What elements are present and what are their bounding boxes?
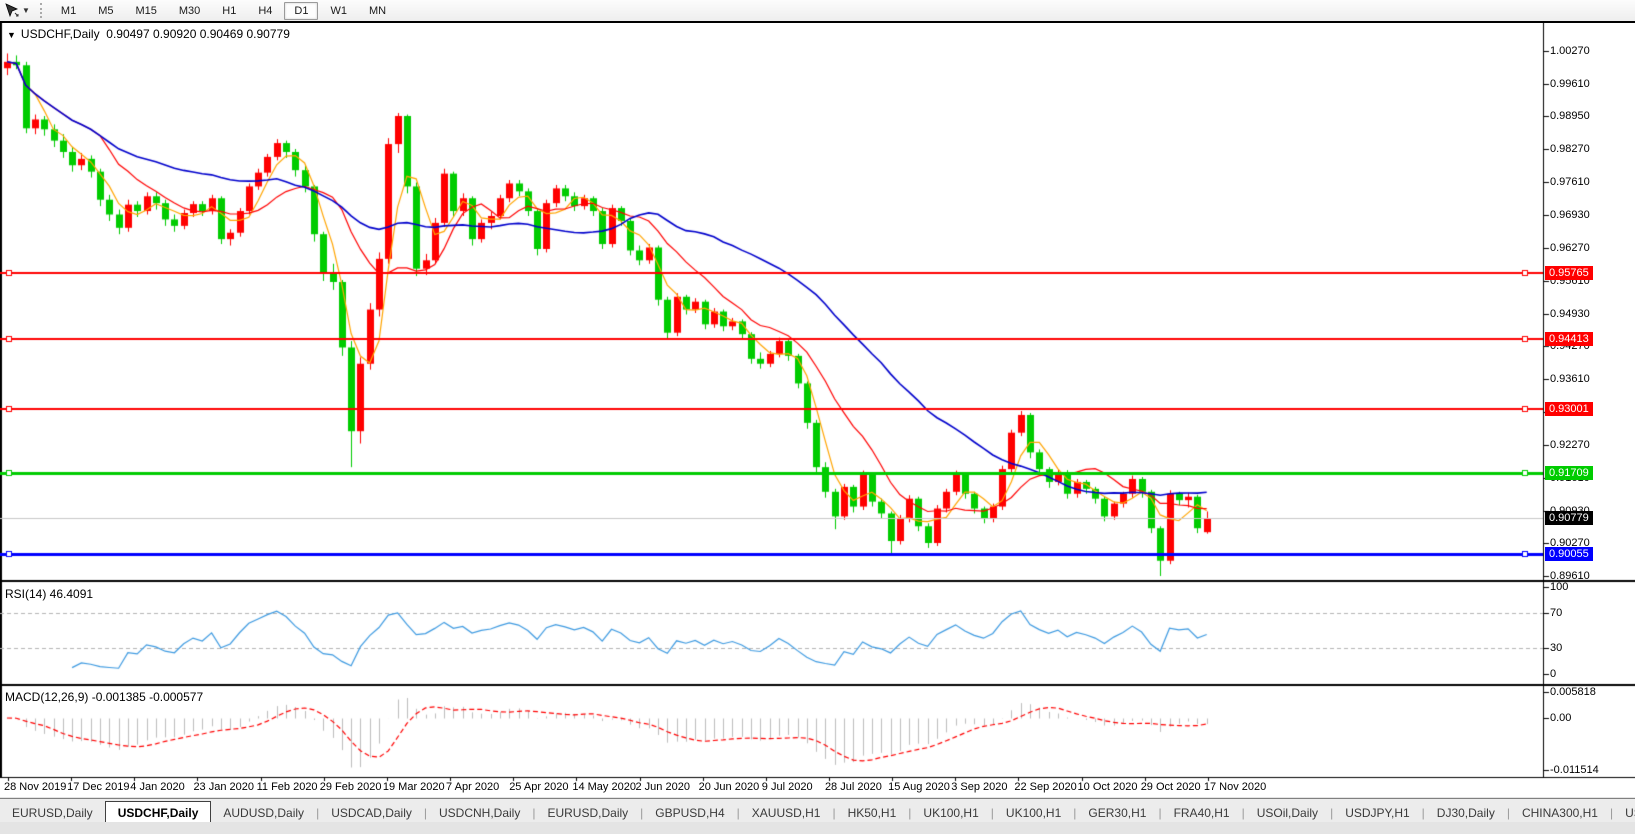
- date-axis-label: 17 Dec 2019: [67, 781, 129, 793]
- timeframe-button-h1[interactable]: H1: [212, 2, 246, 20]
- macd-axis-tick-label: -0.011514: [1550, 764, 1599, 776]
- cursor-tool-icon[interactable]: [4, 3, 20, 18]
- date-axis-label: 7 Apr 2020: [446, 781, 499, 793]
- price-axis-tick-label: 0.98270: [1550, 143, 1590, 155]
- hline-price-label: 0.95765: [1545, 266, 1593, 280]
- date-axis-label: 20 Jun 2020: [699, 781, 760, 793]
- price-axis-tick-label: 0.96270: [1550, 242, 1590, 254]
- date-axis-label: 2 Jun 2020: [636, 781, 690, 793]
- date-axis-label: 28 Jul 2020: [825, 781, 882, 793]
- price-axis-tick-label: 0.94930: [1550, 308, 1590, 320]
- price-axis-tick-label: 0.96930: [1550, 209, 1590, 221]
- date-axis-label: 29 Oct 2020: [1141, 781, 1201, 793]
- price-axis-tick-label: 0.93610: [1550, 373, 1590, 385]
- timeframe-button-h4[interactable]: H4: [248, 2, 282, 20]
- ohlc-close: 0.90779: [246, 27, 289, 41]
- date-axis-label: 22 Sep 2020: [1014, 781, 1076, 793]
- chart-tab-uk100-h1[interactable]: UK100,H1: [911, 802, 990, 823]
- symbol-name: USDCHF,Daily: [21, 27, 100, 41]
- toolbar-grip: [40, 3, 42, 18]
- timeframe-button-m1[interactable]: M1: [51, 2, 86, 20]
- hline-price-label: 0.94413: [1545, 332, 1593, 346]
- date-axis-label: 17 Nov 2020: [1204, 781, 1266, 793]
- date-axis-label: 14 May 2020: [572, 781, 636, 793]
- rsi-axis-tick-label: 30: [1550, 642, 1562, 654]
- top-toolbar: ▼ M1M5M15M30H1H4D1W1MN: [0, 0, 1635, 23]
- price-chart-canvas[interactable]: [0, 23, 1635, 797]
- date-axis-label: 25 Apr 2020: [509, 781, 568, 793]
- timeframe-button-m5[interactable]: M5: [88, 2, 123, 20]
- timeframe-button-group: M1M5M15M30H1H4D1W1MN: [50, 2, 397, 20]
- date-axis-label: 9 Jul 2020: [762, 781, 813, 793]
- price-axis-tick-label: 1.00270: [1550, 45, 1590, 57]
- hline-price-label: 0.90055: [1545, 547, 1593, 561]
- price-axis-tick-label: 0.98950: [1550, 110, 1590, 122]
- date-axis-label: 10 Oct 2020: [1078, 781, 1138, 793]
- chart-tab-hk50-h1[interactable]: HK50,H1: [836, 802, 909, 823]
- chart-tab-ger30-h1[interactable]: GER30,H1: [1076, 802, 1158, 823]
- chart-tab-xauusd-h1[interactable]: XAUUSD,H1: [740, 802, 833, 823]
- chart-tab-usdchf-daily[interactable]: USDCHF,Daily: [105, 801, 212, 823]
- chart-tab-gbpusd-h4[interactable]: GBPUSD,H4: [643, 802, 736, 823]
- hline-price-label: 0.93001: [1545, 402, 1593, 416]
- macd-axis-tick-label: 0.005818: [1550, 686, 1596, 698]
- ohlc-low: 0.90469: [200, 27, 243, 41]
- hline-price-label: 0.91709: [1545, 466, 1593, 480]
- chart-tab-usdcnh-daily[interactable]: USDCNH,Daily: [427, 802, 532, 823]
- timeframe-button-m30[interactable]: M30: [169, 2, 210, 20]
- chart-tab-eurusd-daily[interactable]: EURUSD,Daily: [0, 802, 105, 823]
- date-axis-label: 3 Sep 2020: [951, 781, 1007, 793]
- chart-tab-dj30-daily[interactable]: DJ30,Daily: [1425, 802, 1507, 823]
- chart-tab-eurusd-daily[interactable]: EURUSD,Daily: [535, 802, 640, 823]
- chart-tab-usdjpy-h1[interactable]: USDJPY,H1: [1333, 802, 1421, 823]
- rsi-axis-tick-label: 70: [1550, 607, 1562, 619]
- chart-tab-usdcad-daily[interactable]: USDCAD,Daily: [319, 802, 424, 823]
- chart-tab-china300-h1[interactable]: CHINA300,H1: [1510, 802, 1610, 823]
- rsi-indicator-label: RSI(14) 46.4091: [5, 587, 93, 601]
- timeframe-button-mn[interactable]: MN: [359, 2, 396, 20]
- chart-window: ▼ USDCHF,Daily 0.90497 0.90920 0.90469 0.…: [0, 23, 1635, 797]
- status-strip: [0, 822, 1635, 834]
- macd-indicator-label: MACD(12,26,9) -0.001385 -0.000577: [5, 690, 203, 704]
- date-axis-label: 15 Aug 2020: [888, 781, 950, 793]
- symbol-collapse-icon[interactable]: ▼: [7, 30, 16, 40]
- chart-tab-bar: EURUSD,DailyUSDCHF,DailyAUDUSD,Daily|USD…: [0, 798, 1635, 823]
- timeframe-button-w1[interactable]: W1: [320, 2, 357, 20]
- rsi-axis-tick-label: 0: [1550, 668, 1556, 680]
- date-axis-label: 29 Feb 2020: [320, 781, 382, 793]
- chart-tab-audusd-daily[interactable]: AUDUSD,Daily: [211, 802, 316, 823]
- chart-tab-usoil-h1[interactable]: USOil,H1: [1613, 802, 1635, 823]
- macd-axis-tick-label: 0.00: [1550, 712, 1571, 724]
- chart-tab-fra40-h1[interactable]: FRA40,H1: [1162, 802, 1242, 823]
- date-axis-label: 4 Jan 2020: [130, 781, 184, 793]
- date-axis-label: 11 Feb 2020: [257, 781, 318, 793]
- chart-tab-uk100-h1[interactable]: UK100,H1: [994, 802, 1073, 823]
- rsi-axis-tick-label: 100: [1550, 581, 1568, 593]
- timeframe-button-m15[interactable]: M15: [125, 2, 166, 20]
- timeframe-button-d1[interactable]: D1: [284, 2, 318, 20]
- chart-tab-usoil-daily[interactable]: USOil,Daily: [1245, 802, 1330, 823]
- current-price-label: 0.90779: [1545, 511, 1593, 525]
- date-axis-label: 19 Mar 2020: [383, 781, 445, 793]
- ohlc-open: 0.90497: [106, 27, 149, 41]
- cursor-tool-dropdown-icon[interactable]: ▼: [22, 6, 30, 15]
- price-axis-tick-label: 0.99610: [1550, 78, 1590, 90]
- price-axis-tick-label: 0.97610: [1550, 176, 1590, 188]
- ohlc-high: 0.90920: [153, 27, 196, 41]
- date-axis-label: 23 Jan 2020: [193, 781, 254, 793]
- chart-title: ▼ USDCHF,Daily 0.90497 0.90920 0.90469 0.…: [7, 27, 290, 41]
- date-axis-label: 28 Nov 2019: [4, 781, 66, 793]
- chart-tabs: EURUSD,DailyUSDCHF,DailyAUDUSD,Daily|USD…: [0, 801, 1635, 823]
- price-axis-tick-label: 0.92270: [1550, 439, 1590, 451]
